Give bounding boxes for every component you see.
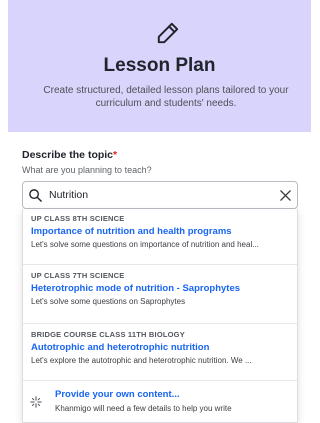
header-banner: Lesson Plan Create structured, detailed … (8, 0, 311, 132)
required-mark: * (113, 149, 118, 161)
pencil-icon (157, 22, 179, 44)
page-title: Lesson Plan (103, 55, 216, 76)
close-icon[interactable] (279, 189, 292, 202)
own-content-description: Khanmigo will need a few details to help… (55, 404, 232, 413)
result-description: Let's solve some questions on Saprophyte… (31, 297, 186, 306)
result-description: Let's explore the autotrophic and hetero… (31, 356, 252, 365)
topic-search-input[interactable] (49, 186, 269, 204)
topic-hint: What are you planning to teach? (22, 165, 152, 175)
result-course: BRIDGE COURSE CLASS 11TH BIOLOGY (31, 330, 185, 339)
topic-label: Describe the topic* (22, 149, 117, 161)
sparkle-icon (30, 396, 42, 408)
result-title[interactable]: Autotrophic and heterotrophic nutrition (31, 342, 289, 353)
result-description: Let's solve some questions on importance… (31, 240, 259, 249)
result-item[interactable]: UP CLASS 8TH SCIENCE Importance of nutri… (23, 209, 297, 265)
result-item[interactable]: BRIDGE COURSE CLASS 11TH BIOLOGY Autotro… (23, 324, 297, 381)
provide-own-content-option[interactable]: Provide your own content... Khanmigo wil… (23, 381, 297, 422)
result-title[interactable]: Importance of nutrition and health progr… (31, 226, 289, 237)
result-title[interactable]: Heterotrophic mode of nutrition - Saprop… (31, 283, 289, 294)
search-results-dropdown: UP CLASS 8TH SCIENCE Importance of nutri… (22, 209, 298, 423)
result-course: UP CLASS 8TH SCIENCE (31, 214, 125, 223)
page-subtitle: Create structured, detailed lesson plans… (43, 85, 289, 109)
result-item[interactable]: UP CLASS 7TH SCIENCE Heterotrophic mode … (23, 265, 297, 324)
result-course: UP CLASS 7TH SCIENCE (31, 271, 125, 280)
topic-search-box[interactable] (22, 181, 298, 209)
search-icon (29, 189, 42, 202)
topic-label-text: Describe the topic (22, 149, 114, 161)
own-content-title[interactable]: Provide your own content... (55, 389, 180, 400)
lesson-plan-page: Lesson Plan Create structured, detailed … (0, 0, 311, 423)
